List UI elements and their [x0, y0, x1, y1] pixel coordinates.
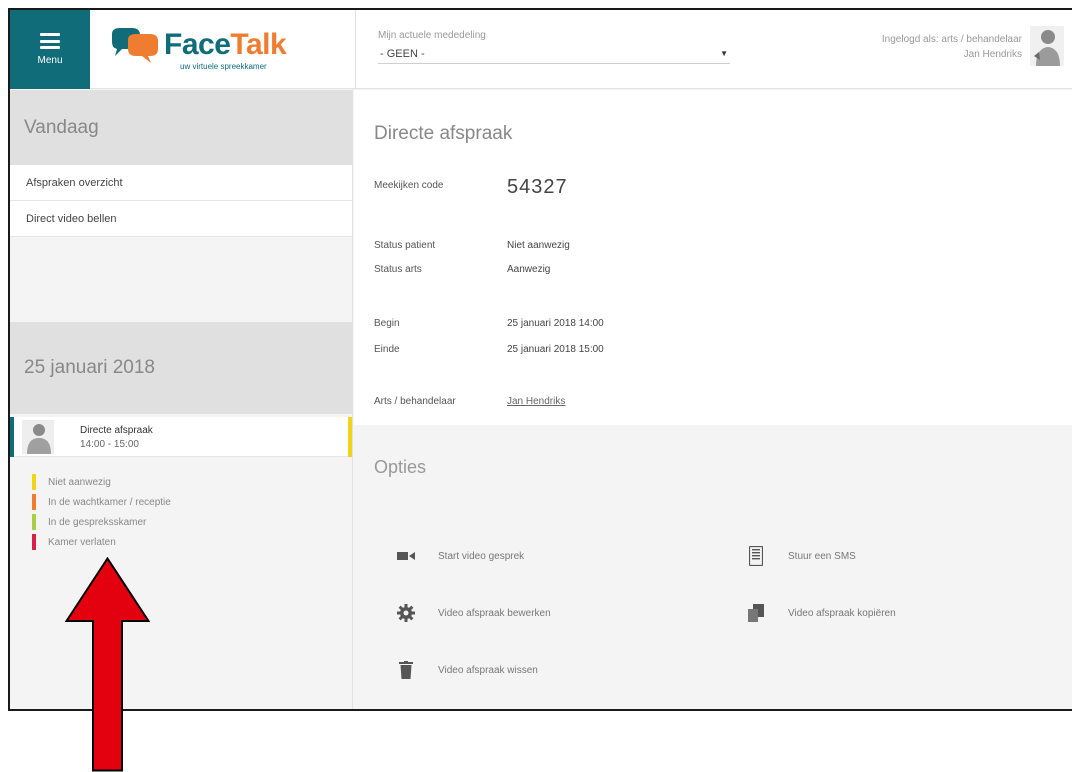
legend-swatch-green: [32, 514, 36, 530]
sidebar-item-afspraken-overzicht[interactable]: Afspraken overzicht: [10, 165, 352, 201]
notice-selected-value: - GEEN -: [380, 47, 425, 60]
app-window: Menu FaceTalk uw virtuele spreekkamer Mi…: [8, 8, 1072, 711]
edit-label: Video afspraak bewerken: [438, 607, 551, 619]
notice-label: Mijn actuele mededeling: [378, 30, 486, 41]
user-role: Ingelogd als: arts / behandelaar: [881, 34, 1022, 45]
status-patient-value: Niet aanwezig: [507, 240, 570, 251]
menu-icon: [40, 33, 60, 49]
notice-select[interactable]: - GEEN - ▼: [378, 44, 730, 64]
code-label: Meekijken code: [374, 180, 444, 191]
brand-name: FaceTalk: [164, 28, 287, 61]
legend-label: Niet aanwezig: [48, 476, 111, 488]
legend-label: In de gespreksskamer: [48, 516, 147, 528]
options-title: Opties: [374, 457, 427, 477]
appointment-detail-panel: Directe afspraak Meekijken code 54327 St…: [354, 90, 1072, 425]
avatar[interactable]: [1030, 26, 1064, 66]
copy-icon: [746, 603, 766, 623]
sidebar-item-direct-video-bellen[interactable]: Direct video bellen: [10, 201, 352, 237]
end-label: Einde: [374, 344, 400, 355]
legend-label: In de wachtkamer / receptie: [48, 496, 171, 508]
start-video-label: Start video gesprek: [438, 550, 525, 562]
gear-icon: [396, 603, 416, 623]
sms-label: Stuur een SMS: [788, 550, 856, 562]
end-value: 25 januari 2018 15:00: [507, 344, 604, 355]
begin-label: Begin: [374, 318, 400, 329]
appointment-status-indicator: [348, 417, 352, 457]
menu-button[interactable]: Menu: [10, 10, 90, 89]
caret-down-icon: ▼: [720, 49, 728, 58]
arts-value: Jan Hendriks: [507, 396, 565, 407]
divider: [355, 10, 356, 89]
brand-logo: FaceTalk uw virtuele spreekkamer: [108, 24, 348, 74]
selected-indicator: [10, 417, 14, 457]
delete-button[interactable]: Video afspraak wissen: [396, 657, 538, 683]
legend-swatch-red: [32, 534, 36, 550]
appointment-avatar: [22, 420, 54, 454]
notice-select-group: Mijn actuele mededeling - GEEN - ▼: [378, 30, 730, 64]
phone-sms-icon: [746, 546, 766, 566]
start-video-button[interactable]: Start video gesprek: [396, 543, 524, 569]
legend-item: Niet aanwezig: [32, 472, 352, 492]
status-patient-label: Status patient: [374, 240, 436, 251]
top-bar: Menu FaceTalk uw virtuele spreekkamer Mi…: [10, 10, 1072, 89]
brand-tagline: uw virtuele spreekkamer: [180, 62, 267, 71]
arts-link[interactable]: Jan Hendriks: [507, 396, 565, 407]
page-title: Directe afspraak: [374, 123, 513, 144]
status-arts-value: Aanwezig: [507, 264, 551, 275]
begin-value: 25 januari 2018 14:00: [507, 318, 604, 329]
appointment-time: 14:00 - 15:00: [80, 439, 139, 450]
legend-label: Kamer verlaten: [48, 536, 116, 548]
delete-label: Video afspraak wissen: [438, 664, 538, 676]
legend-item: In de gespreksskamer: [32, 512, 352, 532]
red-arrow-icon: [65, 557, 150, 772]
appointment-title: Directe afspraak: [80, 425, 153, 436]
edit-button[interactable]: Video afspraak bewerken: [396, 600, 551, 626]
video-camera-icon: [396, 546, 416, 566]
menu-label: Menu: [37, 55, 63, 66]
main-content: Directe afspraak Meekijken code 54327 St…: [354, 90, 1072, 709]
copy-button[interactable]: Video afspraak kopiëren: [746, 600, 896, 626]
legend-swatch-orange: [32, 494, 36, 510]
status-legend: Niet aanwezig In de wachtkamer / recepti…: [10, 472, 352, 552]
legend-item: Kamer verlaten: [32, 532, 352, 552]
sidebar-date-heading: 25 januari 2018: [10, 322, 352, 414]
appointment-item[interactable]: Directe afspraak 14:00 - 15:00: [10, 417, 352, 457]
arts-label: Arts / behandelaar: [374, 396, 456, 407]
sms-button[interactable]: Stuur een SMS: [746, 543, 856, 569]
brand-logo-icon: [112, 28, 158, 63]
sidebar-heading-today: Vandaag: [10, 90, 352, 165]
code-value: 54327: [507, 176, 568, 198]
sidebar-spacer: [10, 237, 352, 322]
user-info: Ingelogd als: arts / behandelaar Jan Hen…: [882, 32, 1022, 62]
legend-item: In de wachtkamer / receptie: [32, 492, 352, 512]
options-panel: Opties Start video gesprek Stuur een SMS…: [354, 425, 1072, 709]
status-arts-label: Status arts: [374, 264, 422, 275]
legend-swatch-yellow: [32, 474, 36, 490]
trash-icon: [396, 660, 416, 680]
copy-label: Video afspraak kopiëren: [788, 607, 896, 619]
sidebar: Vandaag Afspraken overzicht Direct video…: [10, 90, 353, 709]
user-name: Jan Hendriks: [963, 49, 1022, 60]
